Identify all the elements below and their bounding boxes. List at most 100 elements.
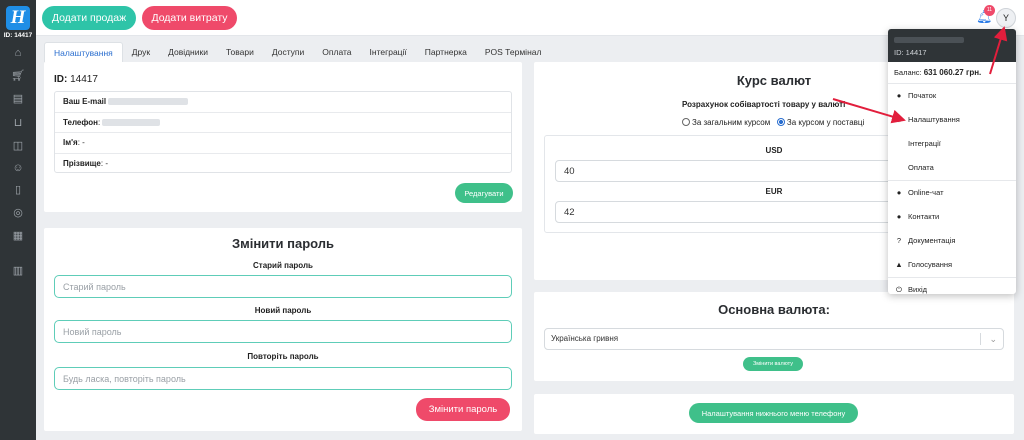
add-expense-button[interactable]: Додати витрату <box>142 6 237 30</box>
profile-row-phone: Телефон: <box>55 113 511 133</box>
menu-item-label: Голосування <box>908 260 953 269</box>
tab-access[interactable]: Доступи <box>263 42 313 62</box>
repeat-password-label: Повторіть пароль <box>247 352 319 361</box>
sidebar: H ID: 14417 ⌂ 🛒︎ ▤ ⊔ ◫ ☺ ▯ ◎ ▦ ▥ <box>0 0 36 440</box>
main-currency-card: Основна валюта: Українська гривня ⌄ Змін… <box>534 292 1014 381</box>
tab-pos-terminal[interactable]: POS Термінал <box>476 42 551 62</box>
calendar-icon[interactable]: ▦ <box>8 228 28 244</box>
cash-icon[interactable]: ▤ <box>8 91 28 107</box>
chevron-down-icon[interactable]: ⌄ <box>989 329 997 349</box>
dropdown-account-id: ID: 14417 <box>894 48 927 57</box>
radio-general-rate[interactable]: За загальним курсом <box>682 118 770 127</box>
old-password-input[interactable] <box>54 275 512 298</box>
balance-row: Баланс: 631 060.27 грн. <box>888 62 1016 84</box>
select-separator <box>980 333 981 345</box>
menu-item-label: Документація <box>908 236 956 245</box>
radio-label: За загальним курсом <box>692 118 771 127</box>
mobile-menu-settings-button[interactable]: Налаштування нижнього меню телефону <box>689 403 858 423</box>
menu-item-label: Контакти <box>908 212 940 221</box>
redacted-phone <box>102 118 161 126</box>
change-password-title: Змінити пароль <box>231 236 335 251</box>
mobile-menu-card: Налаштування нижнього меню телефону <box>534 394 1014 434</box>
tab-settings[interactable]: Налаштування <box>44 42 123 62</box>
question-icon: ? <box>896 236 902 245</box>
clipboard-icon[interactable]: ▯ <box>8 182 28 198</box>
menu-item-label: Online-чат <box>908 188 944 197</box>
menu-item-logout[interactable]: ⏻ Вихід <box>888 278 1016 294</box>
menu-item-integrations[interactable]: Інтеграції <box>888 132 1016 156</box>
menu-item-label: Інтеграції <box>908 139 941 148</box>
profile-id: ID: 14417 <box>54 74 98 85</box>
tab-products[interactable]: Товари <box>217 42 263 62</box>
menu-item-label: Налаштування <box>908 115 960 124</box>
change-password-card: Змінити пароль Старий пароль Новий парол… <box>44 228 522 431</box>
balance-value: 631 060.27 грн. <box>923 68 982 77</box>
add-sale-button[interactable]: Додати продаж <box>42 6 136 30</box>
sidebar-account-id: ID: 14417 <box>3 32 33 39</box>
thumbs-up-icon: ▲ <box>895 260 903 269</box>
profile-label: Прізвище <box>63 158 101 168</box>
profile-card: ID: 14417 Ваш E-mail Телефон: Ім'я: - Пр… <box>44 62 522 212</box>
cost-calculation-label: Розрахунок собівартості товару у валюті <box>682 100 846 109</box>
tab-integrations[interactable]: Інтеграції <box>361 42 416 62</box>
menu-item-label: Початок <box>908 91 937 100</box>
app-logo[interactable]: H <box>6 6 30 30</box>
tab-directories[interactable]: Довідники <box>159 42 217 62</box>
old-password-label: Старий пароль <box>253 261 313 270</box>
profile-value: - <box>82 138 85 147</box>
radio-label: За курсом у поставці <box>786 118 865 127</box>
notification-badge: 11 <box>984 5 995 16</box>
menu-item-label: Вихід <box>908 285 927 294</box>
chat-icon: ● <box>896 212 902 221</box>
coins-icon[interactable]: ◎ <box>8 205 28 221</box>
menu-item-online-chat[interactable]: ● Online-чат <box>888 181 1016 205</box>
profile-row-name: Ім'я: - <box>55 133 511 154</box>
new-password-input[interactable] <box>54 320 512 343</box>
bulb-icon: ● <box>896 91 902 100</box>
cart-icon[interactable]: 🛒︎ <box>8 68 28 84</box>
edit-profile-button[interactable]: Редагувати <box>455 183 513 203</box>
tab-payment[interactable]: Оплата <box>313 42 360 62</box>
menu-item-documentation[interactable]: ? Документація <box>888 229 1016 253</box>
basket-icon[interactable]: ⊔ <box>8 115 28 131</box>
redacted-username <box>894 37 964 43</box>
currency-select-value: Українська гривня <box>551 334 619 343</box>
profile-row-surname: Прізвище: - <box>63 158 108 168</box>
new-password-label: Новий пароль <box>254 306 312 315</box>
profile-info: Ваш E-mail Телефон: Ім'я: - Прізвище: - <box>54 91 512 173</box>
menu-item-start[interactable]: ● Початок <box>888 84 1016 108</box>
user-icon: ● <box>896 188 902 197</box>
profile-label: Телефон <box>63 117 98 127</box>
avatar[interactable]: Y <box>996 8 1016 28</box>
profile-id-value: 14417 <box>70 74 98 85</box>
cost-mode-radios: За загальним курсом За курсом у поставці <box>682 118 864 127</box>
tab-partners[interactable]: Партнерка <box>416 42 476 62</box>
profile-row-email: Ваш E-mail <box>55 92 511 113</box>
balance-label: Баланс: <box>894 68 922 77</box>
tab-print[interactable]: Друк <box>123 42 159 62</box>
user-dropdown-menu: ID: 14417 Баланс: 631 060.27 грн. ● Почат… <box>888 29 1016 294</box>
users-icon[interactable]: ☺ <box>8 160 28 176</box>
redacted-email <box>108 98 189 106</box>
menu-item-contacts[interactable]: ● Контакти <box>888 205 1016 229</box>
menu-item-payment[interactable]: Оплата <box>888 156 1016 180</box>
settings-tabs: Налаштування Друк Довідники Товари Досту… <box>44 42 550 62</box>
radio-circle[interactable] <box>682 118 690 126</box>
change-currency-button[interactable]: Змінити валюту <box>743 357 803 371</box>
change-password-button[interactable]: Змінити пароль <box>416 398 510 421</box>
menu-item-voting[interactable]: ▲ Голосування <box>888 253 1016 277</box>
repeat-password-input[interactable] <box>54 367 512 390</box>
radio-supply-rate[interactable]: За курсом у поставці <box>776 118 865 127</box>
profile-label: Ім'я <box>63 138 78 147</box>
bank-icon[interactable]: ▥ <box>8 263 28 279</box>
menu-item-label: Оплата <box>908 163 934 172</box>
profile-label: Ваш E-mail <box>63 97 107 106</box>
radio-circle-selected[interactable] <box>776 118 785 126</box>
home-icon[interactable]: ⌂ <box>8 45 28 61</box>
menu-item-settings[interactable]: ⚙ Налаштування <box>888 108 1016 132</box>
currency-select[interactable]: Українська гривня ⌄ <box>544 328 1004 350</box>
dropdown-header: ID: 14417 <box>888 29 1016 62</box>
box-icon[interactable]: ◫ <box>8 138 28 154</box>
main-currency-title: Основна валюта: <box>718 302 830 317</box>
gear-icon: ⚙ <box>895 115 903 124</box>
